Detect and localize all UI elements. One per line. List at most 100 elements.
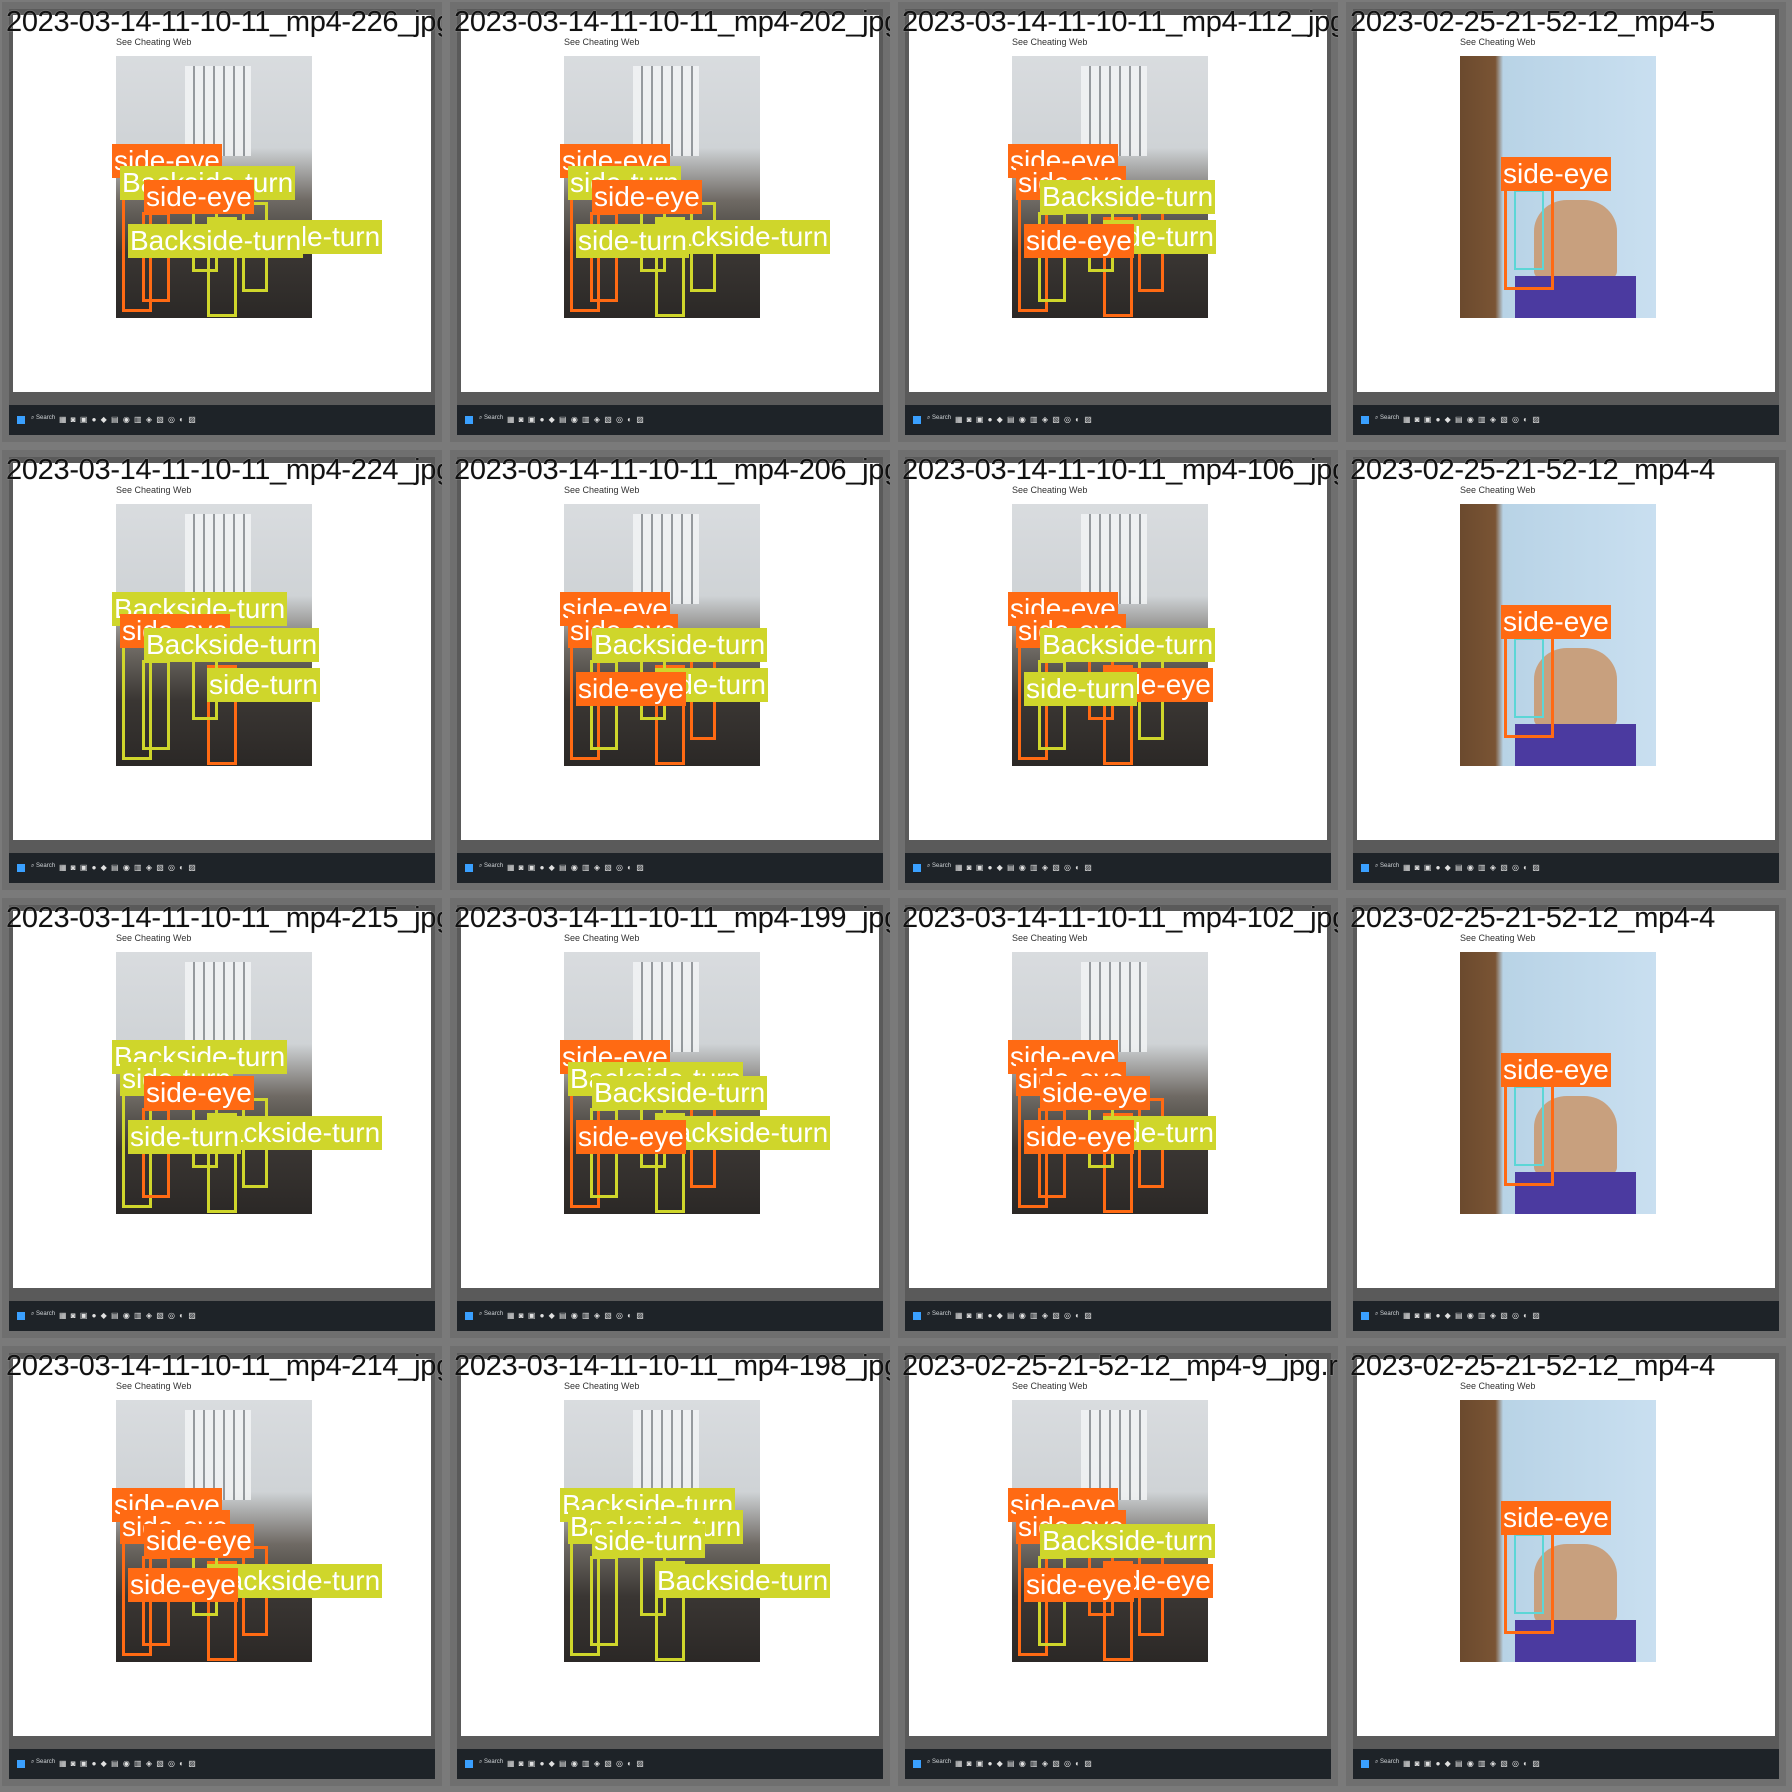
detection-label: side-eye [1024,1568,1134,1602]
desktop-screenshot: See Cheating Web ⌕ Search ▦ ◙ ▣ ● ◆ ▤ ◉ ▥ … [1353,457,1779,883]
browser-page: See Cheating Web [1357,15,1775,392]
face-box [1514,1534,1544,1614]
detection-label: Backside-turn [1040,1524,1216,1558]
taskbar: ⌕ Search ▦ ◙ ▣ ● ◆ ▤ ◉ ▥ ◈ ▧ ◎ ◐ ▨ [457,405,883,435]
taskbar-search[interactable]: ⌕ Search [479,1311,503,1318]
tile-filename: 2023-02-25-21-52-12_mp4-9_jpg.rf.24b5d1 [902,1350,1338,1382]
taskbar-app-icons[interactable]: ▦ ◙ ▣ ● ◆ ▤ ◉ ▥ ◈ ▧ ◎ ◐ ▨ [507,415,645,424]
taskbar-search[interactable]: ⌕ Search [479,1759,503,1766]
taskbar-app-icons[interactable]: ▦ ◙ ▣ ● ◆ ▤ ◉ ▥ ◈ ▧ ◎ ◐ ▨ [59,415,197,424]
detection-label: side-eye [576,1120,686,1154]
windows-start-icon[interactable] [1361,416,1369,424]
windows-start-icon[interactable] [913,864,921,872]
tile-filename: 2023-03-14-11-10-11_mp4-226_jpg.rf.54fc5… [6,6,442,38]
detection-label: side-turn [592,1524,705,1558]
detection-label: side-eye [128,1568,238,1602]
detection-label: side-eye [144,1076,254,1110]
detection-label: side-eye [1501,605,1611,639]
windows-start-icon[interactable] [17,416,25,424]
taskbar-search[interactable]: ⌕ Search [479,415,503,422]
taskbar-app-icons[interactable]: ▦ ◙ ▣ ● ◆ ▤ ◉ ▥ ◈ ▧ ◎ ◐ ▨ [955,415,1093,424]
taskbar: ⌕ Search ▦ ◙ ▣ ● ◆ ▤ ◉ ▥ ◈ ▧ ◎ ◐ ▨ [1353,853,1779,883]
windows-start-icon[interactable] [1361,1312,1369,1320]
taskbar-app-icons[interactable]: ▦ ◙ ▣ ● ◆ ▤ ◉ ▥ ◈ ▧ ◎ ◐ ▨ [1403,1311,1541,1320]
face-box [1514,190,1544,270]
taskbar-app-icons[interactable]: ▦ ◙ ▣ ● ◆ ▤ ◉ ▥ ◈ ▧ ◎ ◐ ▨ [1403,415,1541,424]
detection-label: Backside-turn [1040,180,1216,214]
detection-label: side-turn [1024,672,1137,706]
taskbar-app-icons[interactable]: ▦ ◙ ▣ ● ◆ ▤ ◉ ▥ ◈ ▧ ◎ ◐ ▨ [59,1311,197,1320]
tile-filename: 2023-03-14-11-10-11_mp4-112_jpg.rf.25871 [902,6,1338,38]
windows-start-icon[interactable] [913,1760,921,1768]
taskbar-app-icons[interactable]: ▦ ◙ ▣ ● ◆ ▤ ◉ ▥ ◈ ▧ ◎ ◐ ▨ [59,863,197,872]
taskbar-app-icons[interactable]: ▦ ◙ ▣ ● ◆ ▤ ◉ ▥ ◈ ▧ ◎ ◐ ▨ [955,1311,1093,1320]
taskbar: ⌕ Search ▦ ◙ ▣ ● ◆ ▤ ◉ ▥ ◈ ▧ ◎ ◐ ▨ [9,1301,435,1331]
taskbar-app-icons[interactable]: ▦ ◙ ▣ ● ◆ ▤ ◉ ▥ ◈ ▧ ◎ ◐ ▨ [955,863,1093,872]
windows-start-icon[interactable] [1361,864,1369,872]
grid-tile: See Cheating Web ⌕ Search ▦ ◙ ▣ ● ◆ ▤ ◉ ▥ … [2,450,442,890]
taskbar-search[interactable]: ⌕ Search [1375,415,1399,422]
taskbar-search[interactable]: ⌕ Search [479,863,503,870]
detection-label: side-eye [144,180,254,214]
browser-page: See Cheating Web [1357,1359,1775,1736]
taskbar-search[interactable]: ⌕ Search [31,415,55,422]
windows-start-icon[interactable] [17,1760,25,1768]
windows-start-icon[interactable] [913,1312,921,1320]
grid-tile: See Cheating Web ⌕ Search ▦ ◙ ▣ ● ◆ ▤ ◉ ▥ … [2,1346,442,1786]
taskbar-app-icons[interactable]: ▦ ◙ ▣ ● ◆ ▤ ◉ ▥ ◈ ▧ ◎ ◐ ▨ [507,863,645,872]
tile-filename: 2023-02-25-21-52-12_mp4-4 [1350,902,1715,934]
tile-filename: 2023-03-14-11-10-11_mp4-106_jpg.rf.a2317 [902,454,1338,486]
taskbar-app-icons[interactable]: ▦ ◙ ▣ ● ◆ ▤ ◉ ▥ ◈ ▧ ◎ ◐ ▨ [1403,1759,1541,1768]
taskbar-search[interactable]: ⌕ Search [1375,1311,1399,1318]
taskbar: ⌕ Search ▦ ◙ ▣ ● ◆ ▤ ◉ ▥ ◈ ▧ ◎ ◐ ▨ [457,853,883,883]
tile-filename: 2023-03-14-11-10-11_mp4-224_jpg.rf.64c91 [6,454,442,486]
taskbar: ⌕ Search ▦ ◙ ▣ ● ◆ ▤ ◉ ▥ ◈ ▧ ◎ ◐ ▨ [905,405,1331,435]
taskbar-app-icons[interactable]: ▦ ◙ ▣ ● ◆ ▤ ◉ ▥ ◈ ▧ ◎ ◐ ▨ [1403,863,1541,872]
taskbar-app-icons[interactable]: ▦ ◙ ▣ ● ◆ ▤ ◉ ▥ ◈ ▧ ◎ ◐ ▨ [507,1759,645,1768]
taskbar-app-icons[interactable]: ▦ ◙ ▣ ● ◆ ▤ ◉ ▥ ◈ ▧ ◎ ◐ ▨ [59,1759,197,1768]
taskbar-search[interactable]: ⌕ Search [1375,1759,1399,1766]
grid-tile: See Cheating Web ⌕ Search ▦ ◙ ▣ ● ◆ ▤ ◉ ▥ … [1346,450,1786,890]
windows-start-icon[interactable] [913,416,921,424]
tile-filename: 2023-02-25-21-52-12_mp4-4 [1350,1350,1715,1382]
taskbar-search[interactable]: ⌕ Search [31,1311,55,1318]
tile-filename: 2023-03-14-11-10-11_mp4-206_jpg.rf.4ddb2 [454,454,890,486]
grid-tile: See Cheating Web ⌕ Search ▦ ◙ ▣ ● ◆ ▤ ◉ ▥ … [1346,898,1786,1338]
desktop-screenshot: See Cheating Web ⌕ Search ▦ ◙ ▣ ● ◆ ▤ ◉ ▥ … [1353,905,1779,1331]
windows-start-icon[interactable] [17,1312,25,1320]
taskbar: ⌕ Search ▦ ◙ ▣ ● ◆ ▤ ◉ ▥ ◈ ▧ ◎ ◐ ▨ [1353,405,1779,435]
taskbar: ⌕ Search ▦ ◙ ▣ ● ◆ ▤ ◉ ▥ ◈ ▧ ◎ ◐ ▨ [9,1749,435,1779]
windows-start-icon[interactable] [1361,1760,1369,1768]
grid-tile: See Cheating Web ⌕ Search ▦ ◙ ▣ ● ◆ ▤ ◉ ▥ … [450,1346,890,1786]
windows-start-icon[interactable] [465,864,473,872]
taskbar-search[interactable]: ⌕ Search [927,415,951,422]
browser-page: See Cheating Web [1357,463,1775,840]
detection-label: Backside-turn [1040,628,1216,662]
taskbar: ⌕ Search ▦ ◙ ▣ ● ◆ ▤ ◉ ▥ ◈ ▧ ◎ ◐ ▨ [1353,1749,1779,1779]
taskbar-search[interactable]: ⌕ Search [927,1311,951,1318]
detection-box [590,1556,618,1646]
tile-filename: 2023-03-14-11-10-11_mp4-214_jpg.rf.cdab1 [6,1350,442,1382]
detection-label: Backside-turn [144,628,320,662]
windows-start-icon[interactable] [465,416,473,424]
taskbar-search[interactable]: ⌕ Search [31,863,55,870]
taskbar-search[interactable]: ⌕ Search [1375,863,1399,870]
detection-label: side-turn [128,1120,241,1154]
taskbar-app-icons[interactable]: ▦ ◙ ▣ ● ◆ ▤ ◉ ▥ ◈ ▧ ◎ ◐ ▨ [507,1311,645,1320]
taskbar-search[interactable]: ⌕ Search [927,863,951,870]
tile-filename: 2023-03-14-11-10-11_mp4-199_jpg.rf.04262 [454,902,890,934]
taskbar-app-icons[interactable]: ▦ ◙ ▣ ● ◆ ▤ ◉ ▥ ◈ ▧ ◎ ◐ ▨ [955,1759,1093,1768]
tile-filename: 2023-03-14-11-10-11_mp4-202_jpg.rf.0576b [454,6,890,38]
tile-filename: 2023-03-14-11-10-11_mp4-215_jpg.rf.540c0 [6,902,442,934]
taskbar: ⌕ Search ▦ ◙ ▣ ● ◆ ▤ ◉ ▥ ◈ ▧ ◎ ◐ ▨ [1353,1301,1779,1331]
taskbar-search[interactable]: ⌕ Search [31,1759,55,1766]
detection-label: side-turn [207,668,320,702]
image-grid: See Cheating Web ⌕ Search ▦ ◙ ▣ ● ◆ ▤ ◉ ▥ … [0,0,1792,1792]
windows-start-icon[interactable] [17,864,25,872]
detection-label: side-eye [144,1524,254,1558]
detection-label: Backside-turn [592,1076,768,1110]
taskbar-search[interactable]: ⌕ Search [927,1759,951,1766]
windows-start-icon[interactable] [465,1760,473,1768]
windows-start-icon[interactable] [465,1312,473,1320]
face-box [1514,638,1544,718]
